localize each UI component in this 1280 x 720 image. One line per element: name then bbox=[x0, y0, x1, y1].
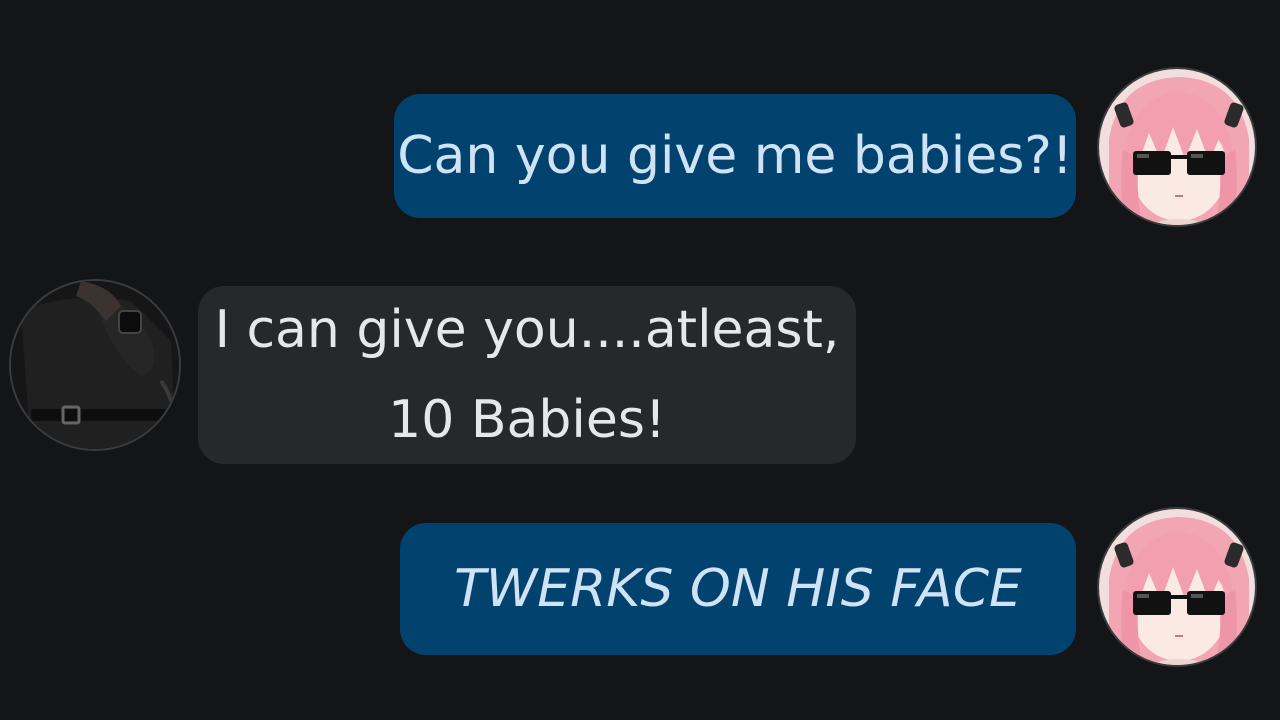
message-bubble-received[interactable]: I can give you....atleast, 10 Babies! bbox=[198, 286, 856, 464]
message-text-line-2: 10 Babies! bbox=[388, 390, 666, 450]
message-text: TWERKS ON HIS FACE bbox=[454, 559, 1022, 619]
man-in-black-shirt-icon bbox=[11, 281, 179, 449]
man-avatar[interactable] bbox=[9, 279, 181, 451]
pink-haired-girl-icon bbox=[1099, 509, 1255, 665]
message-bubble-sent[interactable]: Can you give me babies?! bbox=[394, 94, 1076, 218]
message-text-line-1: I can give you....atleast, bbox=[214, 300, 840, 360]
pink-haired-girl-icon bbox=[1099, 69, 1255, 225]
message-text: Can you give me babies?! bbox=[397, 126, 1073, 186]
girl-avatar[interactable] bbox=[1097, 67, 1257, 227]
girl-avatar[interactable] bbox=[1097, 507, 1257, 667]
chat-view: Can you give me babies?! I can give you.… bbox=[0, 0, 1280, 720]
message-bubble-sent[interactable]: TWERKS ON HIS FACE bbox=[400, 523, 1076, 655]
